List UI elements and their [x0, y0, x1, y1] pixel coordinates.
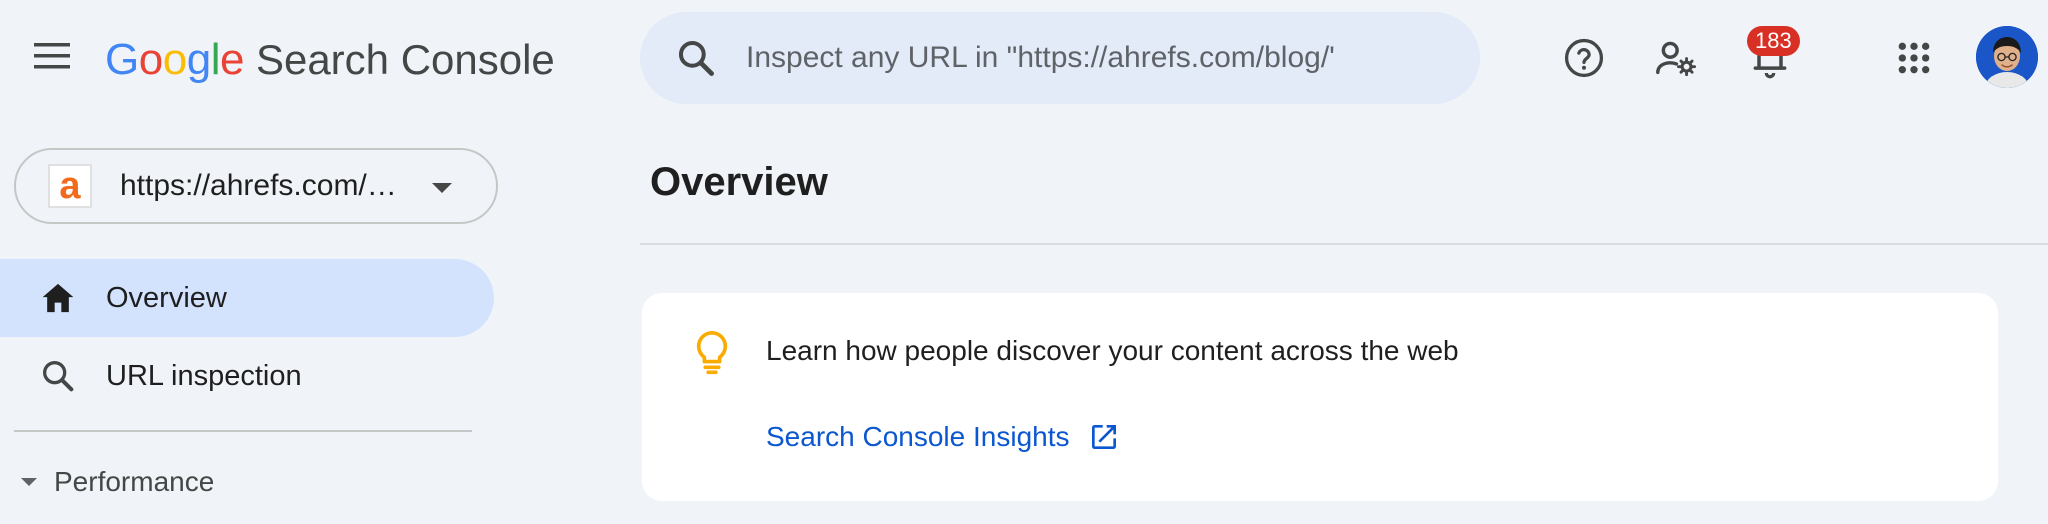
sidebar-section-label: Performance — [54, 466, 215, 497]
manage-users-button[interactable] — [1648, 28, 1704, 88]
search-icon — [678, 40, 714, 76]
sidebar-item-label: URL inspection — [106, 359, 302, 392]
logo-letter: o — [162, 35, 187, 84]
logo-letter: l — [210, 35, 221, 84]
caret-down-icon — [432, 183, 452, 193]
sidebar-item-label: Overview — [106, 281, 227, 314]
header-divider — [640, 243, 2048, 245]
caret-down-icon — [21, 478, 37, 486]
property-selector[interactable]: a https://ahrefs.com/… — [14, 148, 498, 224]
page-title: Overview — [650, 160, 828, 204]
lightbulb-icon — [696, 331, 728, 375]
apps-grid-icon — [1898, 42, 1930, 74]
notification-count-badge: 183 — [1747, 26, 1800, 56]
search-console-insights-link[interactable]: Search Console Insights — [766, 421, 1120, 453]
google-wordmark: Google — [105, 35, 244, 85]
account-avatar[interactable] — [1976, 26, 2038, 88]
help-button[interactable] — [1556, 28, 1612, 88]
property-url: https://ahrefs.com/… — [120, 169, 397, 202]
insights-card: Learn how people discover your content a… — [642, 293, 1998, 501]
help-icon — [1564, 38, 1604, 78]
google-apps-button[interactable] — [1886, 28, 1942, 88]
product-name: Search Console — [255, 36, 555, 83]
logo-letter: o — [138, 35, 163, 84]
sidebar-divider — [14, 430, 472, 432]
ahrefs-favicon: a — [48, 164, 92, 208]
logo-letter: G — [105, 35, 139, 84]
logo-letter: g — [186, 35, 211, 84]
main-menu-button[interactable] — [22, 26, 82, 86]
open-in-new-icon — [1091, 425, 1116, 449]
user-settings-icon — [1656, 41, 1697, 77]
sidebar-item-overview[interactable]: Overview — [0, 259, 494, 337]
hamburger-menu-icon — [34, 43, 70, 69]
search-console-logo[interactable]: Google Search Console — [105, 30, 555, 90]
logo-letter: e — [219, 35, 244, 84]
sidebar-item-url-inspection[interactable]: URL inspection — [0, 337, 494, 415]
avatar-icon — [1976, 26, 2038, 88]
home-icon — [42, 283, 74, 313]
search-icon — [43, 361, 74, 392]
url-inspection-search-bar[interactable]: Inspect any URL in "https://ahrefs.com/b… — [640, 12, 1480, 104]
search-input[interactable]: Inspect any URL in "https://ahrefs.com/b… — [746, 41, 1335, 75]
sidebar-section-performance[interactable]: Performance — [20, 462, 214, 502]
insights-link-label: Search Console Insights — [766, 421, 1070, 452]
insights-card-text: Learn how people discover your content a… — [766, 335, 1459, 366]
